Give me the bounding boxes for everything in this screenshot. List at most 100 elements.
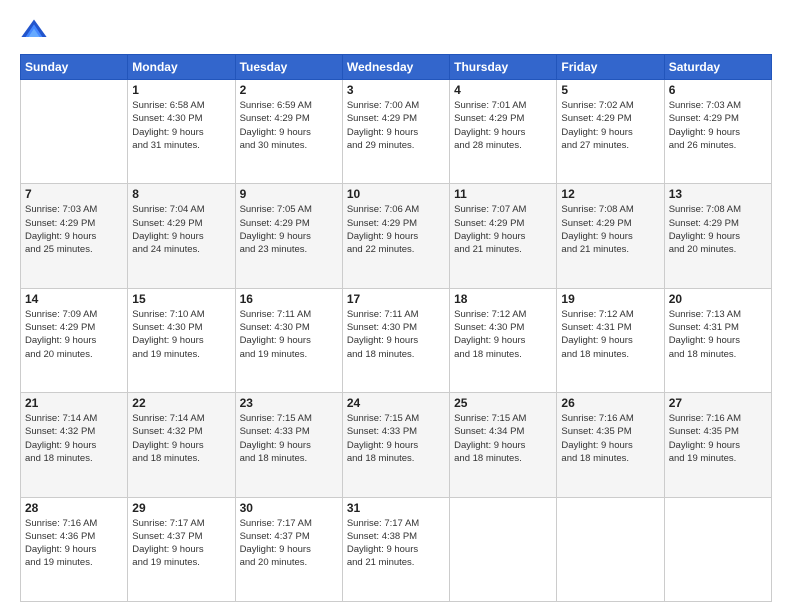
- day-cell: 15Sunrise: 7:10 AM Sunset: 4:30 PM Dayli…: [128, 288, 235, 392]
- week-row-2: 14Sunrise: 7:09 AM Sunset: 4:29 PM Dayli…: [21, 288, 772, 392]
- day-number: 27: [669, 396, 767, 410]
- day-number: 17: [347, 292, 445, 306]
- day-info: Sunrise: 7:11 AM Sunset: 4:30 PM Dayligh…: [347, 308, 445, 361]
- day-info: Sunrise: 7:16 AM Sunset: 4:36 PM Dayligh…: [25, 517, 123, 570]
- day-cell: 13 Sunrise: 7:08 AM Sunset: 4:29 PM Dayli…: [664, 184, 771, 288]
- day-cell: 16 Sunrise: 7:11 AM Sunset: 4:30 PM Dayli…: [235, 288, 342, 392]
- day-cell: 20 Sunrise: 7:13 AM Sunset: 4:31 PM Dayli…: [664, 288, 771, 392]
- day-info: Sunrise: 6:59 AM Sunset: 4:29 PM Dayligh…: [240, 99, 338, 152]
- day-header-wednesday: Wednesday: [342, 55, 449, 80]
- calendar-header-row: SundayMondayTuesdayWednesdayThursdayFrid…: [21, 55, 772, 80]
- header: [20, 16, 772, 44]
- day-cell: 1 Sunrise: 6:58 AM Sunset: 4:30 PM Daylig…: [128, 80, 235, 184]
- day-header-saturday: Saturday: [664, 55, 771, 80]
- day-number: 4: [454, 83, 552, 97]
- day-info: Sunrise: 7:17 AM Sunset: 4:37 PM Dayligh…: [240, 517, 338, 570]
- day-cell: 4 Sunrise: 7:01 AM Sunset: 4:29 PM Daylig…: [450, 80, 557, 184]
- day-cell: 8 Sunrise: 7:04 AM Sunset: 4:29 PM Daylig…: [128, 184, 235, 288]
- day-cell: [664, 497, 771, 601]
- day-info: Sunrise: 7:17 AM Sunset: 4:38 PM Dayligh…: [347, 517, 445, 570]
- day-cell: 26 Sunrise: 7:16 AM Sunset: 4:35 PM Dayli…: [557, 393, 664, 497]
- day-cell: [21, 80, 128, 184]
- day-number: 23: [240, 396, 338, 410]
- day-cell: 25 Sunrise: 7:15 AM Sunset: 4:34 PM Dayli…: [450, 393, 557, 497]
- day-cell: 29Sunrise: 7:17 AM Sunset: 4:37 PM Dayli…: [128, 497, 235, 601]
- day-info: Sunrise: 7:00 AM Sunset: 4:29 PM Dayligh…: [347, 99, 445, 152]
- day-number: 2: [240, 83, 338, 97]
- day-number: 18: [454, 292, 552, 306]
- day-info: Sunrise: 7:16 AM Sunset: 4:35 PM Dayligh…: [669, 412, 767, 465]
- day-number: 20: [669, 292, 767, 306]
- day-info: Sunrise: 7:13 AM Sunset: 4:31 PM Dayligh…: [669, 308, 767, 361]
- day-number: 5: [561, 83, 659, 97]
- day-cell: [557, 497, 664, 601]
- day-info: Sunrise: 7:04 AM Sunset: 4:29 PM Dayligh…: [132, 203, 230, 256]
- day-info: Sunrise: 7:14 AM Sunset: 4:32 PM Dayligh…: [25, 412, 123, 465]
- day-cell: 12Sunrise: 7:08 AM Sunset: 4:29 PM Dayli…: [557, 184, 664, 288]
- day-number: 8: [132, 187, 230, 201]
- day-cell: 19Sunrise: 7:12 AM Sunset: 4:31 PM Dayli…: [557, 288, 664, 392]
- day-cell: 31Sunrise: 7:17 AM Sunset: 4:38 PM Dayli…: [342, 497, 449, 601]
- day-header-tuesday: Tuesday: [235, 55, 342, 80]
- day-number: 29: [132, 501, 230, 515]
- day-number: 24: [347, 396, 445, 410]
- day-cell: 7 Sunrise: 7:03 AM Sunset: 4:29 PM Daylig…: [21, 184, 128, 288]
- day-cell: 10 Sunrise: 7:06 AM Sunset: 4:29 PM Dayli…: [342, 184, 449, 288]
- day-info: Sunrise: 7:01 AM Sunset: 4:29 PM Dayligh…: [454, 99, 552, 152]
- day-info: Sunrise: 7:12 AM Sunset: 4:31 PM Dayligh…: [561, 308, 659, 361]
- day-info: Sunrise: 7:08 AM Sunset: 4:29 PM Dayligh…: [669, 203, 767, 256]
- day-info: Sunrise: 7:09 AM Sunset: 4:29 PM Dayligh…: [25, 308, 123, 361]
- day-cell: 2 Sunrise: 6:59 AM Sunset: 4:29 PM Daylig…: [235, 80, 342, 184]
- day-info: Sunrise: 6:58 AM Sunset: 4:30 PM Dayligh…: [132, 99, 230, 152]
- day-number: 22: [132, 396, 230, 410]
- day-number: 1: [132, 83, 230, 97]
- day-info: Sunrise: 7:06 AM Sunset: 4:29 PM Dayligh…: [347, 203, 445, 256]
- day-number: 21: [25, 396, 123, 410]
- week-row-3: 21 Sunrise: 7:14 AM Sunset: 4:32 PM Dayli…: [21, 393, 772, 497]
- day-cell: 23 Sunrise: 7:15 AM Sunset: 4:33 PM Dayli…: [235, 393, 342, 497]
- day-cell: 27 Sunrise: 7:16 AM Sunset: 4:35 PM Dayli…: [664, 393, 771, 497]
- day-info: Sunrise: 7:11 AM Sunset: 4:30 PM Dayligh…: [240, 308, 338, 361]
- day-header-friday: Friday: [557, 55, 664, 80]
- week-row-0: 1 Sunrise: 6:58 AM Sunset: 4:30 PM Daylig…: [21, 80, 772, 184]
- day-cell: 3Sunrise: 7:00 AM Sunset: 4:29 PM Daylig…: [342, 80, 449, 184]
- day-info: Sunrise: 7:16 AM Sunset: 4:35 PM Dayligh…: [561, 412, 659, 465]
- day-header-thursday: Thursday: [450, 55, 557, 80]
- day-cell: 6Sunrise: 7:03 AM Sunset: 4:29 PM Daylig…: [664, 80, 771, 184]
- day-info: Sunrise: 7:15 AM Sunset: 4:34 PM Dayligh…: [454, 412, 552, 465]
- day-number: 30: [240, 501, 338, 515]
- day-info: Sunrise: 7:03 AM Sunset: 4:29 PM Dayligh…: [25, 203, 123, 256]
- page: SundayMondayTuesdayWednesdayThursdayFrid…: [0, 0, 792, 612]
- day-cell: 17 Sunrise: 7:11 AM Sunset: 4:30 PM Dayli…: [342, 288, 449, 392]
- logo: [20, 16, 52, 44]
- day-cell: [450, 497, 557, 601]
- logo-icon: [20, 16, 48, 44]
- day-number: 11: [454, 187, 552, 201]
- day-info: Sunrise: 7:02 AM Sunset: 4:29 PM Dayligh…: [561, 99, 659, 152]
- day-cell: 30 Sunrise: 7:17 AM Sunset: 4:37 PM Dayli…: [235, 497, 342, 601]
- day-cell: 28 Sunrise: 7:16 AM Sunset: 4:36 PM Dayli…: [21, 497, 128, 601]
- day-info: Sunrise: 7:12 AM Sunset: 4:30 PM Dayligh…: [454, 308, 552, 361]
- day-info: Sunrise: 7:10 AM Sunset: 4:30 PM Dayligh…: [132, 308, 230, 361]
- day-info: Sunrise: 7:08 AM Sunset: 4:29 PM Dayligh…: [561, 203, 659, 256]
- day-cell: 11 Sunrise: 7:07 AM Sunset: 4:29 PM Dayli…: [450, 184, 557, 288]
- day-number: 16: [240, 292, 338, 306]
- day-cell: 9Sunrise: 7:05 AM Sunset: 4:29 PM Daylig…: [235, 184, 342, 288]
- day-info: Sunrise: 7:15 AM Sunset: 4:33 PM Dayligh…: [240, 412, 338, 465]
- day-cell: 5 Sunrise: 7:02 AM Sunset: 4:29 PM Daylig…: [557, 80, 664, 184]
- day-info: Sunrise: 7:03 AM Sunset: 4:29 PM Dayligh…: [669, 99, 767, 152]
- day-cell: 14Sunrise: 7:09 AM Sunset: 4:29 PM Dayli…: [21, 288, 128, 392]
- day-cell: 22 Sunrise: 7:14 AM Sunset: 4:32 PM Dayli…: [128, 393, 235, 497]
- day-number: 10: [347, 187, 445, 201]
- day-number: 7: [25, 187, 123, 201]
- day-info: Sunrise: 7:14 AM Sunset: 4:32 PM Dayligh…: [132, 412, 230, 465]
- day-info: Sunrise: 7:15 AM Sunset: 4:33 PM Dayligh…: [347, 412, 445, 465]
- day-number: 25: [454, 396, 552, 410]
- day-info: Sunrise: 7:07 AM Sunset: 4:29 PM Dayligh…: [454, 203, 552, 256]
- day-number: 26: [561, 396, 659, 410]
- day-number: 13: [669, 187, 767, 201]
- day-cell: 24 Sunrise: 7:15 AM Sunset: 4:33 PM Dayli…: [342, 393, 449, 497]
- day-info: Sunrise: 7:05 AM Sunset: 4:29 PM Dayligh…: [240, 203, 338, 256]
- day-number: 28: [25, 501, 123, 515]
- day-cell: 18 Sunrise: 7:12 AM Sunset: 4:30 PM Dayli…: [450, 288, 557, 392]
